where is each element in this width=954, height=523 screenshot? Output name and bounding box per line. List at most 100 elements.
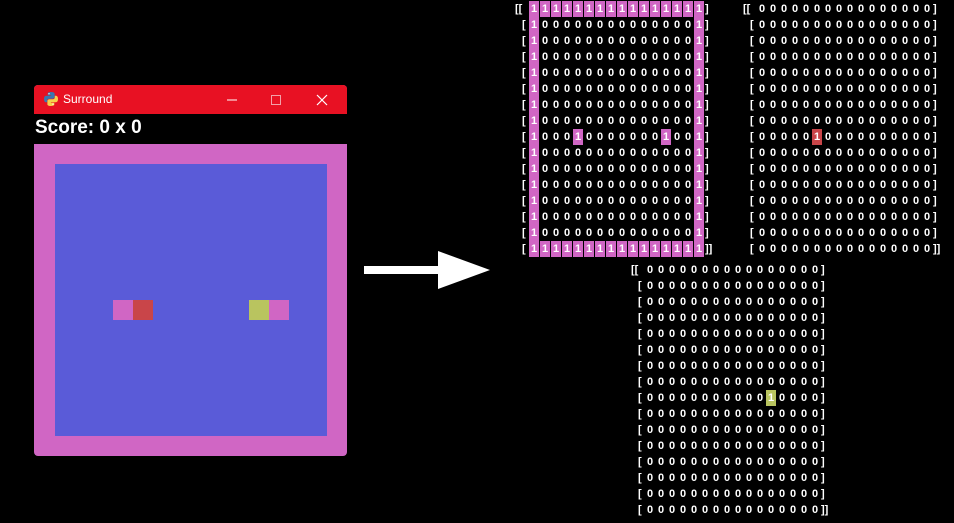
matrix-bracket: ] bbox=[933, 99, 937, 111]
matrix-cell: 0 bbox=[778, 376, 786, 388]
matrix-cell: 0 bbox=[857, 67, 865, 79]
matrix-cell: 0 bbox=[780, 163, 788, 175]
matrix-cell: 0 bbox=[912, 227, 920, 239]
matrix-cell: 0 bbox=[811, 312, 819, 324]
matrix-bracket: [ bbox=[750, 163, 754, 175]
matrix-cell: 0 bbox=[912, 67, 920, 79]
matrix-cell: 0 bbox=[712, 312, 720, 324]
matrix-cell: 0 bbox=[574, 115, 582, 127]
matrix-cell: 0 bbox=[813, 163, 821, 175]
matrix-cell: 0 bbox=[745, 408, 753, 420]
python-icon bbox=[43, 91, 59, 107]
matrix-cell: 0 bbox=[734, 312, 742, 324]
matrix-cell: 0 bbox=[890, 51, 898, 63]
close-button[interactable] bbox=[300, 85, 344, 114]
matrix-bracket: ] bbox=[705, 179, 709, 191]
matrix-cell: 0 bbox=[552, 195, 560, 207]
matrix-cell: 0 bbox=[890, 99, 898, 111]
window-titlebar[interactable]: Surround bbox=[34, 85, 347, 114]
matrix-cell: 0 bbox=[679, 280, 687, 292]
matrix-cell: 0 bbox=[800, 344, 808, 356]
matrix-bracket: ] bbox=[933, 19, 937, 31]
matrix-cell: 0 bbox=[684, 179, 692, 191]
matrix-cell: 0 bbox=[789, 392, 797, 404]
matrix-cell: 0 bbox=[657, 360, 665, 372]
matrix-cell: 0 bbox=[563, 99, 571, 111]
matrix-cell: 0 bbox=[684, 163, 692, 175]
matrix-cell: 0 bbox=[701, 392, 709, 404]
matrix-bracket: ] bbox=[705, 147, 709, 159]
matrix-cell: 0 bbox=[723, 296, 731, 308]
matrix-cell: 0 bbox=[629, 19, 637, 31]
matrix-cell: 0 bbox=[646, 504, 654, 516]
maximize-button[interactable] bbox=[254, 85, 298, 114]
red-player-trail bbox=[113, 300, 133, 320]
matrix-cell: 0 bbox=[745, 360, 753, 372]
matrix-cell: 0 bbox=[745, 376, 753, 388]
matrix-cell: 0 bbox=[563, 195, 571, 207]
matrix-cell: 0 bbox=[923, 51, 931, 63]
matrix-cell: 0 bbox=[800, 472, 808, 484]
matrix-cell: 0 bbox=[541, 67, 549, 79]
matrix-cell: 0 bbox=[769, 83, 777, 95]
matrix-cell: 0 bbox=[811, 344, 819, 356]
matrix-cell: 0 bbox=[800, 328, 808, 340]
matrix-bracket: [ bbox=[750, 35, 754, 47]
matrix-cell: 0 bbox=[585, 99, 593, 111]
matrix-cell: 0 bbox=[923, 179, 931, 191]
matrix-cell: 0 bbox=[780, 99, 788, 111]
matrix-cell: 0 bbox=[901, 211, 909, 223]
matrix-cell: 1 bbox=[529, 193, 539, 209]
matrix-cell: 0 bbox=[541, 35, 549, 47]
matrix-cell: 0 bbox=[618, 99, 626, 111]
matrix-bracket: [ bbox=[638, 280, 642, 292]
matrix-cell: 0 bbox=[879, 35, 887, 47]
matrix-cell: 0 bbox=[673, 35, 681, 47]
matrix-cell: 0 bbox=[651, 163, 659, 175]
matrix-cell: 0 bbox=[769, 19, 777, 31]
matrix-cell: 1 bbox=[573, 241, 583, 257]
matrix-cell: 0 bbox=[668, 328, 676, 340]
matrix-cell: 0 bbox=[618, 179, 626, 191]
matrix-cell: 0 bbox=[778, 424, 786, 436]
minimize-icon bbox=[227, 99, 237, 100]
matrix-cell: 0 bbox=[679, 440, 687, 452]
matrix-cell: 0 bbox=[701, 328, 709, 340]
matrix-cell: 0 bbox=[712, 344, 720, 356]
green-player-trail bbox=[269, 300, 289, 320]
matrix-cell: 0 bbox=[596, 211, 604, 223]
matrix-cell: 0 bbox=[618, 131, 626, 143]
minimize-button[interactable] bbox=[210, 85, 254, 114]
matrix-cell: 0 bbox=[679, 328, 687, 340]
matrix-cell: 0 bbox=[618, 147, 626, 159]
matrix-cell: 0 bbox=[879, 99, 887, 111]
matrix-cell: 0 bbox=[679, 408, 687, 420]
matrix-cell: 0 bbox=[780, 131, 788, 143]
matrix-cell: 0 bbox=[662, 115, 670, 127]
matrix-cell: 0 bbox=[778, 504, 786, 516]
matrix-cell: 0 bbox=[778, 312, 786, 324]
matrix-bracket: ] bbox=[821, 360, 825, 372]
matrix-bracket: [ bbox=[522, 163, 526, 175]
matrix-cell: 0 bbox=[769, 211, 777, 223]
matrix-cell: 0 bbox=[791, 3, 799, 15]
matrix-cell: 0 bbox=[646, 424, 654, 436]
matrix-bracket: ] bbox=[933, 51, 937, 63]
matrix-cell: 0 bbox=[802, 115, 810, 127]
matrix-cell: 1 bbox=[694, 225, 704, 241]
matrix-cell: 0 bbox=[723, 376, 731, 388]
matrix-cell: 0 bbox=[585, 179, 593, 191]
matrix-cell: 0 bbox=[734, 504, 742, 516]
matrix-cell: 0 bbox=[745, 264, 753, 276]
matrix-cell: 0 bbox=[767, 312, 775, 324]
matrix-cell: 1 bbox=[529, 129, 539, 145]
matrix-cell: 0 bbox=[769, 195, 777, 207]
matrix-cell: 0 bbox=[780, 83, 788, 95]
matrix-cell: 0 bbox=[756, 440, 764, 452]
matrix-cell: 0 bbox=[879, 19, 887, 31]
matrix-cell: 1 bbox=[529, 81, 539, 97]
matrix-cell: 0 bbox=[824, 131, 832, 143]
matrix-cell: 0 bbox=[563, 179, 571, 191]
matrix-cell: 0 bbox=[745, 296, 753, 308]
matrix-cell: 0 bbox=[791, 51, 799, 63]
